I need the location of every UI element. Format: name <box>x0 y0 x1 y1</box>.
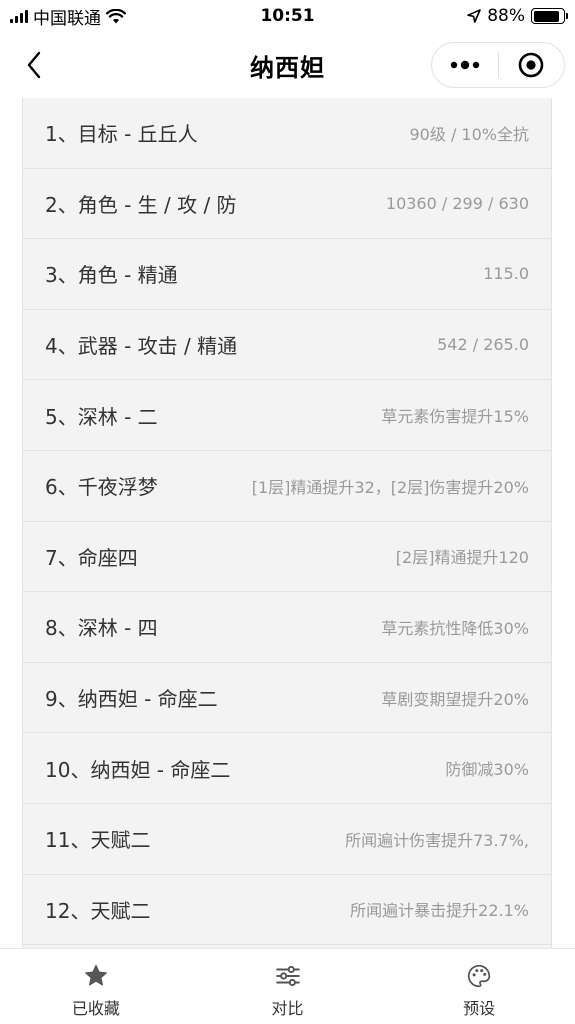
tab-label: 已收藏 <box>71 999 120 1018</box>
row-value: 草剧变期望提升20% <box>381 689 529 709</box>
close-button[interactable] <box>499 43 565 87</box>
status-bar: 中国联通 10:51 88% <box>0 0 575 32</box>
list-item[interactable]: 2、角色 - 生 / 攻 / 防 10360 / 299 / 630 <box>23 169 551 240</box>
signal-icon <box>10 9 28 23</box>
status-right: 88% <box>365 6 568 26</box>
row-label: 7、命座四 <box>45 545 138 570</box>
row-value: 542 / 265.0 <box>437 335 529 355</box>
mini-program-capsule <box>431 42 565 88</box>
row-value: 所闻遍计暴击提升22.1% <box>350 901 529 921</box>
list-item[interactable]: 12、天赋二 所闻遍计暴击提升22.1% <box>23 875 551 946</box>
tab-favorites[interactable]: 已收藏 <box>0 949 192 1024</box>
palette-icon <box>466 963 492 989</box>
row-label: 4、武器 - 攻击 / 精通 <box>45 334 238 359</box>
back-button[interactable] <box>18 48 50 82</box>
settings-list: 1、目标 - 丘丘人 90级 / 10%全抗 2、角色 - 生 / 攻 / 防 10… <box>22 98 552 948</box>
list-item[interactable]: 7、命座四 [2层]精通提升120 <box>23 522 551 593</box>
back-chevron-icon <box>27 51 41 79</box>
row-label: 10、纳西妲 - 命座二 <box>45 757 231 782</box>
row-value: 10360 / 299 / 630 <box>385 193 529 213</box>
list-item[interactable]: 6、千夜浮梦 [1层]精通提升32，[2层]伤害提升20% <box>23 451 551 522</box>
wifi-icon <box>106 8 126 23</box>
row-label: 1、目标 - 丘丘人 <box>45 122 198 147</box>
row-label: 2、角色 - 生 / 攻 / 防 <box>45 192 237 217</box>
row-label: 8、深林 - 四 <box>45 616 158 641</box>
close-target-icon <box>518 52 544 78</box>
row-value: 草元素伤害提升15% <box>381 407 529 427</box>
list-item[interactable]: 1、目标 - 丘丘人 90级 / 10%全抗 <box>23 98 551 169</box>
row-label: 9、纳西妲 - 命座二 <box>45 687 218 712</box>
carrier-label: 中国联通 <box>33 8 101 29</box>
row-value: 115.0 <box>483 264 529 284</box>
more-button[interactable] <box>432 43 498 87</box>
row-label: 6、千夜浮梦 <box>45 475 158 500</box>
tab-label: 预设 <box>463 999 496 1018</box>
battery-icon <box>531 8 568 24</box>
location-icon <box>467 9 482 23</box>
row-value: 防御减30% <box>445 760 529 780</box>
list-item[interactable]: 3、角色 - 精通 115.0 <box>23 239 551 310</box>
list-item[interactable]: 11、天赋二 所闻遍计伤害提升73.7%, <box>23 804 551 875</box>
nav-bar: 纳西妲 <box>0 32 575 98</box>
row-value: 草元素抗性降低30% <box>381 618 529 638</box>
tab-presets[interactable]: 预设 <box>383 949 575 1024</box>
battery-fill <box>533 10 560 22</box>
list-item[interactable]: 5、深林 - 二 草元素伤害提升15% <box>23 380 551 451</box>
row-label: 3、角色 - 精通 <box>45 263 178 288</box>
tab-label: 对比 <box>271 999 304 1018</box>
status-time: 10:51 <box>260 6 315 26</box>
row-label: 11、天赋二 <box>45 828 151 853</box>
row-label: 12、天赋二 <box>45 898 151 923</box>
sliders-icon <box>275 963 301 989</box>
tab-compare[interactable]: 对比 <box>192 949 384 1024</box>
row-value: 90级 / 10%全抗 <box>409 124 530 144</box>
page-title: 纳西妲 <box>250 53 325 82</box>
more-dots-icon <box>450 60 479 70</box>
row-value: [1层]精通提升32，[2层]伤害提升20% <box>251 477 529 497</box>
list-item[interactable]: 10、纳西妲 - 命座二 防御减30% <box>23 733 551 804</box>
row-label: 5、深林 - 二 <box>45 404 158 429</box>
row-value: [2层]精通提升120 <box>395 548 529 568</box>
list-item[interactable]: 9、纳西妲 - 命座二 草剧变期望提升20% <box>23 663 551 734</box>
list-item[interactable]: 4、武器 - 攻击 / 精通 542 / 265.0 <box>23 310 551 381</box>
status-left: 中国联通 <box>10 4 210 29</box>
battery-percent: 88% <box>487 6 525 26</box>
tab-bar: 已收藏 对比 预设 <box>0 948 575 1024</box>
star-icon <box>83 963 109 989</box>
list-item[interactable]: 8、深林 - 四 草元素抗性降低30% <box>23 592 551 663</box>
row-value: 所闻遍计伤害提升73.7%, <box>345 830 529 850</box>
